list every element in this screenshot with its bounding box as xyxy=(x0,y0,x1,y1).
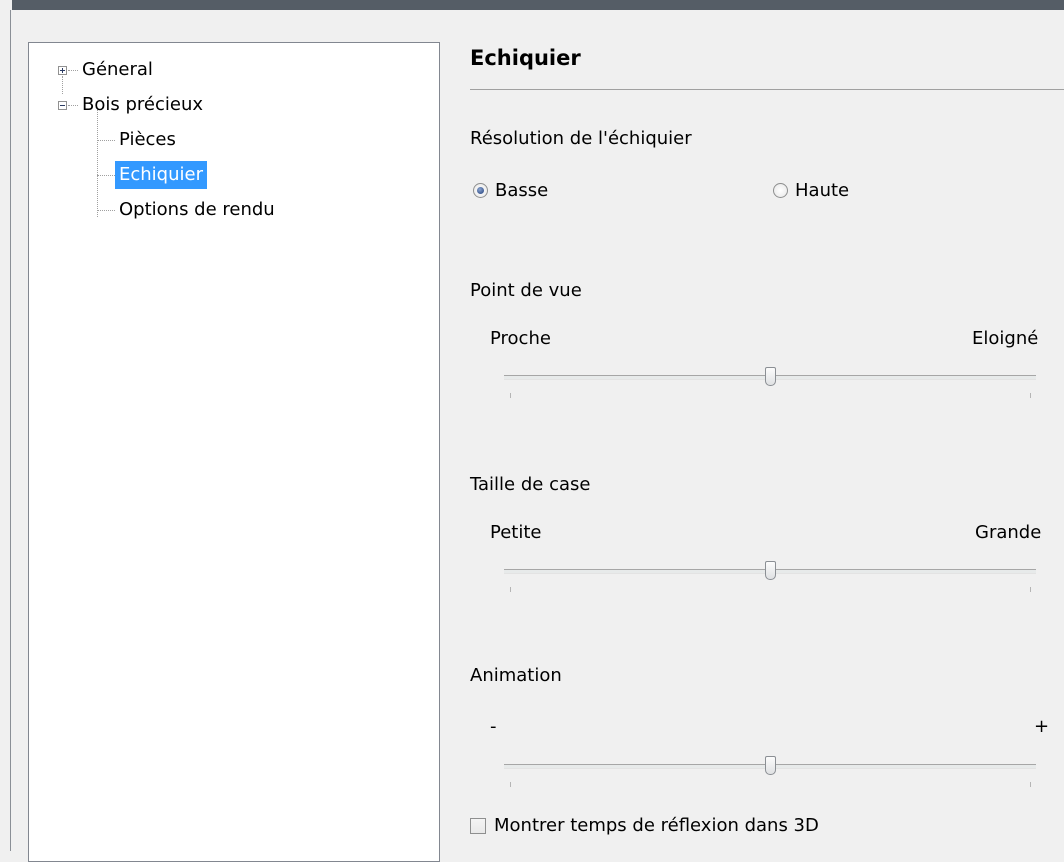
square-size-label: Taille de case xyxy=(470,474,591,495)
tree-item-pieces[interactable]: Pièces xyxy=(115,126,180,154)
checkbox-label: Montrer temps de réflexion dans 3D xyxy=(494,815,819,836)
slider-thumb[interactable] xyxy=(765,561,776,580)
viewpoint-min-label: Proche xyxy=(490,328,551,349)
tree-connector xyxy=(68,70,78,71)
radio-basse[interactable]: Basse xyxy=(473,180,548,201)
square-size-min-label: Petite xyxy=(490,522,542,543)
animation-min-label: - xyxy=(490,716,497,737)
title-divider xyxy=(470,89,1064,90)
page-title: Echiquier xyxy=(470,46,581,70)
tree-item-label: Echiquier xyxy=(115,161,207,189)
slider-tick xyxy=(1030,587,1031,592)
square-size-slider[interactable] xyxy=(504,561,1036,601)
expand-plus-icon[interactable] xyxy=(58,66,67,75)
tree-item-echiquier[interactable]: Echiquier xyxy=(115,161,207,189)
tree-connector xyxy=(97,175,115,176)
collapse-minus-icon[interactable] xyxy=(58,101,67,110)
slider-thumb[interactable] xyxy=(765,756,776,775)
checkbox-unchecked-icon xyxy=(470,817,486,834)
animation-max-label: + xyxy=(1034,716,1050,737)
radio-unchecked-icon xyxy=(773,183,788,198)
slider-tick xyxy=(1030,782,1031,787)
radio-label: Basse xyxy=(495,180,549,201)
viewpoint-label: Point de vue xyxy=(470,280,582,301)
slider-tick xyxy=(1030,393,1031,398)
slider-tick xyxy=(510,587,511,592)
tree-connector xyxy=(97,140,115,141)
tree-item-label: Bois précieux xyxy=(82,94,203,115)
radio-label: Haute xyxy=(795,180,850,201)
settings-tree[interactable]: Géneral Bois précieux Pièces Echiquier O… xyxy=(28,42,440,862)
window-top-border xyxy=(0,0,1064,10)
slider-tick xyxy=(510,782,511,787)
slider-tick xyxy=(510,393,511,398)
window-left-edge xyxy=(10,10,11,851)
viewpoint-max-label: Eloigné xyxy=(972,328,1039,349)
tree-connector xyxy=(68,105,78,106)
animation-label: Animation xyxy=(470,665,562,686)
tree-item-label: Options de rendu xyxy=(119,199,275,220)
tree-connector xyxy=(97,210,115,211)
radio-checked-icon xyxy=(473,183,488,198)
tree-item-label: Géneral xyxy=(82,59,153,80)
viewpoint-slider[interactable] xyxy=(504,367,1036,407)
tree-item-bois-precieux[interactable]: Bois précieux xyxy=(78,91,207,119)
square-size-max-label: Grande xyxy=(975,522,1042,543)
tree-item-options-rendu[interactable]: Options de rendu xyxy=(115,196,279,224)
animation-slider[interactable] xyxy=(504,756,1036,796)
resolution-label: Résolution de l'échiquier xyxy=(470,128,692,149)
tree-item-general[interactable]: Géneral xyxy=(78,56,157,84)
radio-haute[interactable]: Haute xyxy=(773,180,849,201)
think-time-checkbox[interactable]: Montrer temps de réflexion dans 3D xyxy=(470,815,819,836)
tree-connector xyxy=(97,109,98,217)
tree-item-label: Pièces xyxy=(119,129,176,150)
tree-connector xyxy=(62,76,63,94)
slider-thumb[interactable] xyxy=(765,367,776,386)
